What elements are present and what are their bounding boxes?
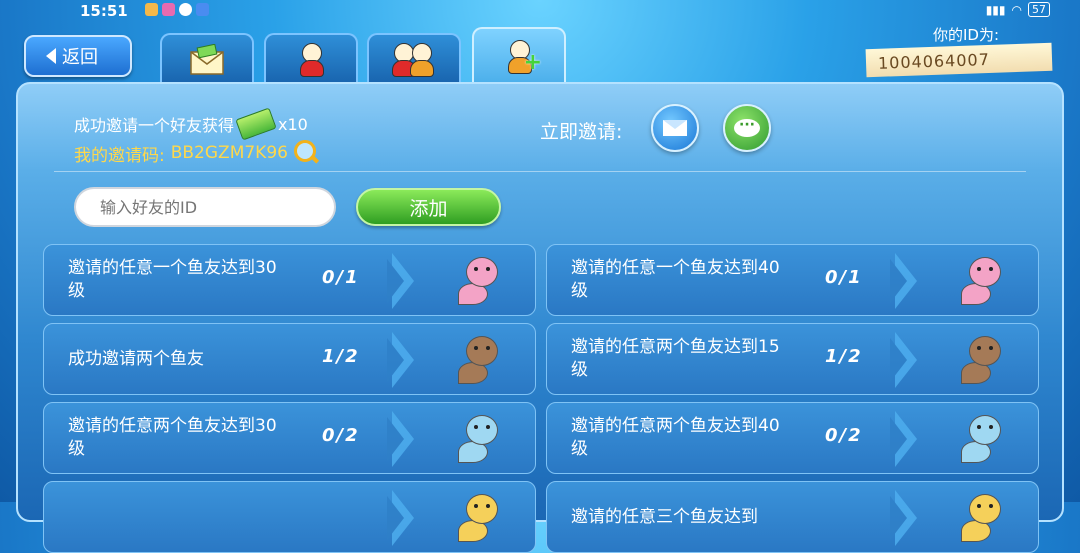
invite-by-mail-button[interactable] xyxy=(651,104,699,152)
reward-text: 成功邀请一个好友获得 xyxy=(74,116,235,135)
task-card[interactable]: 邀请的任意三个鱼友达到 xyxy=(546,481,1039,553)
task-label xyxy=(68,482,288,552)
signal-icon: ▮▮▮ xyxy=(985,2,1006,17)
invite-code-value: BB2GZM7K96 xyxy=(170,143,288,163)
back-label: 返回 xyxy=(62,47,98,68)
task-label: 邀请的任意两个鱼友达到30级 xyxy=(68,416,277,459)
chat-bubble-icon: ··· xyxy=(734,118,760,137)
task-progress: 1/2 xyxy=(825,346,863,367)
fish-reward-icon xyxy=(456,255,502,305)
task-progress: 1/2 xyxy=(322,346,360,367)
friends-icon xyxy=(392,43,434,77)
chat-icon xyxy=(179,3,192,16)
invite-code-label: 我的邀请码: xyxy=(74,145,165,166)
add-friend-button[interactable]: 添加 xyxy=(356,188,501,226)
money-icon xyxy=(235,107,277,141)
status-bar: 15:51 ▮▮▮ ◠ 57 xyxy=(0,0,1080,22)
task-card[interactable] xyxy=(43,481,536,553)
reward-count: x10 xyxy=(278,114,308,134)
chevron-right-icon xyxy=(890,253,917,309)
task-label: 邀请的任意三个鱼友达到 xyxy=(571,506,758,527)
task-label: 邀请的任意一个鱼友达到40级 xyxy=(571,258,780,301)
magnifier-icon[interactable] xyxy=(293,140,320,166)
system-icons: ▮▮▮ ◠ 57 xyxy=(986,2,1050,17)
chevron-right-icon xyxy=(387,411,414,467)
task-label: 邀请的任意两个鱼友达到15级 xyxy=(571,337,780,380)
task-progress: 0/1 xyxy=(825,267,863,288)
chevron-right-icon xyxy=(890,411,917,467)
person-icon xyxy=(298,43,324,77)
envelope-icon xyxy=(663,120,687,136)
battery-icon: 57 xyxy=(1028,2,1050,17)
fish-reward-icon xyxy=(959,255,1005,305)
notification-icons xyxy=(145,3,209,16)
task-progress: 0/2 xyxy=(322,425,360,446)
task-progress: 0/2 xyxy=(825,425,863,446)
chevron-right-icon xyxy=(387,332,414,388)
tab-add-friend[interactable]: + xyxy=(472,27,566,85)
fish-reward-icon xyxy=(959,334,1005,384)
add-friend-icon: + xyxy=(506,40,542,75)
status-time: 15:51 xyxy=(80,2,128,20)
task-card[interactable]: 邀请的任意两个鱼友达到30级 0/2 xyxy=(43,402,536,474)
chevron-right-icon xyxy=(890,490,917,546)
user-id-value: 1004064007 xyxy=(865,42,1053,78)
task-label: 邀请的任意一个鱼友达到30级 xyxy=(68,258,277,301)
task-card[interactable]: 邀请的任意两个鱼友达到15级 1/2 xyxy=(546,323,1039,395)
fish-reward-icon xyxy=(456,334,502,384)
chevron-right-icon xyxy=(387,490,414,546)
task-label: 邀请的任意两个鱼友达到40级 xyxy=(571,416,780,459)
reward-info: 成功邀请一个好友获得 x10 xyxy=(74,107,308,141)
app-notification-icon xyxy=(196,3,209,16)
invite-code-line: 我的邀请码: BB2GZM7K96 xyxy=(74,140,320,166)
back-button[interactable]: 返回 xyxy=(24,35,132,77)
chevron-right-icon xyxy=(387,253,414,309)
envelope-gift-icon xyxy=(190,44,224,75)
back-arrow-icon xyxy=(46,48,56,64)
user-id-label: 你的ID为: xyxy=(933,26,1000,44)
friend-id-input[interactable] xyxy=(74,187,336,227)
app-notification-icon xyxy=(162,3,175,16)
divider xyxy=(54,171,1026,172)
task-card[interactable]: 邀请的任意一个鱼友达到30级 0/1 xyxy=(43,244,536,316)
tab-single-friend[interactable] xyxy=(264,33,358,85)
fish-reward-icon xyxy=(959,413,1005,463)
app-notification-icon xyxy=(145,3,158,16)
invite-now-label: 立即邀请: xyxy=(540,121,623,143)
wifi-icon: ◠ xyxy=(1011,2,1022,17)
fish-reward-icon xyxy=(456,413,502,463)
tab-mail-gift[interactable] xyxy=(160,33,254,85)
task-card[interactable]: 邀请的任意一个鱼友达到40级 0/1 xyxy=(546,244,1039,316)
chevron-right-icon xyxy=(890,332,917,388)
fish-reward-icon xyxy=(959,492,1005,542)
invite-by-message-button[interactable]: ··· xyxy=(723,104,771,152)
task-label: 成功邀请两个鱼友 xyxy=(68,348,204,369)
fish-reward-icon xyxy=(456,492,502,542)
task-progress: 0/1 xyxy=(322,267,360,288)
task-card[interactable]: 成功邀请两个鱼友 1/2 xyxy=(43,323,536,395)
task-card[interactable]: 邀请的任意两个鱼友达到40级 0/2 xyxy=(546,402,1039,474)
tab-friends[interactable] xyxy=(367,33,461,85)
